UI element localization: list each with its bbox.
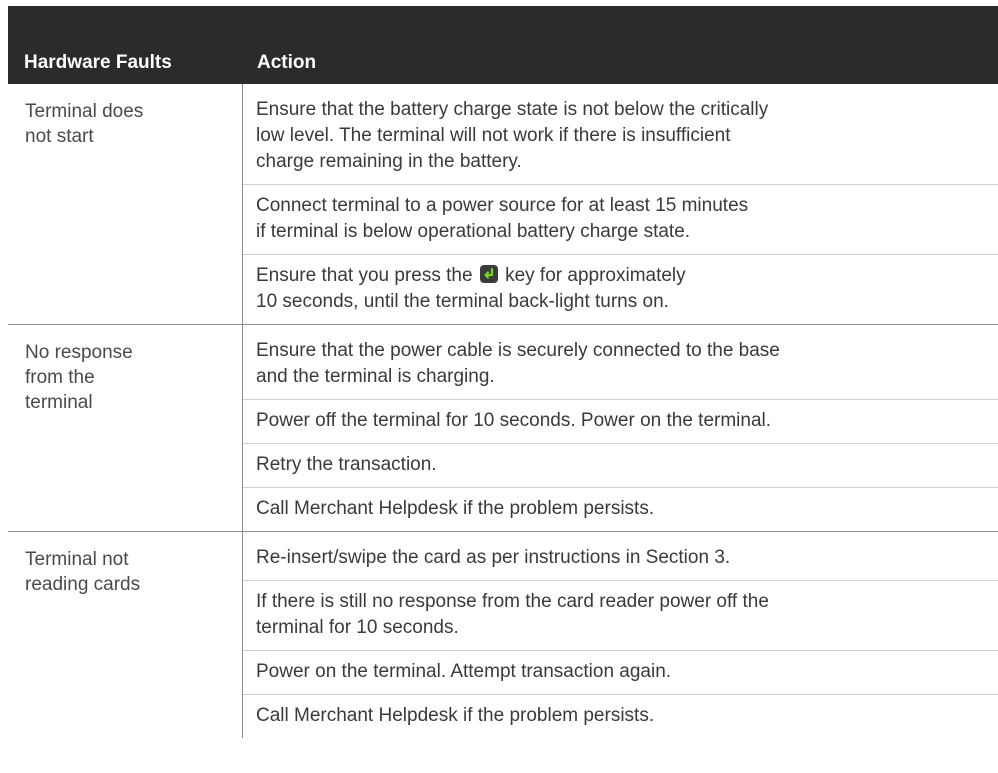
table-row: Terminal not reading cards Re-insert/swi… <box>8 532 998 738</box>
troubleshooting-table: Hardware Faults Action Terminal does not… <box>8 6 998 738</box>
action-item: Connect terminal to a power source for a… <box>243 184 998 254</box>
header-action: Action <box>257 52 317 73</box>
fault-cell: Terminal not reading cards <box>8 532 243 738</box>
table-row: No response from the terminal Ensure tha… <box>8 325 998 532</box>
action-item: Ensure that the power cable is securely … <box>256 340 780 387</box>
enter-key-icon <box>479 265 498 283</box>
action-item: Ensure that the battery charge state is … <box>256 99 769 172</box>
action-item: If there is still no response from the c… <box>243 580 998 650</box>
action-item: Re-insert/swipe the card as per instruct… <box>256 547 731 568</box>
fault-cell: Terminal does not start <box>8 84 243 324</box>
fault-cell: No response from the terminal <box>8 325 243 531</box>
action-item: Power off the terminal for 10 seconds. P… <box>243 399 998 443</box>
action-item: Call Merchant Helpdesk if the problem pe… <box>243 487 998 531</box>
actions-cell: Ensure that the power cable is securely … <box>243 325 998 531</box>
action-text: Ensure that you press the <box>256 265 473 286</box>
table-header: Hardware Faults Action <box>8 6 998 84</box>
action-item: Retry the transaction. <box>243 443 998 487</box>
actions-cell: Ensure that the battery charge state is … <box>243 84 998 324</box>
actions-cell: Re-insert/swipe the card as per instruct… <box>243 532 998 738</box>
action-item: Ensure that you press the key for approx… <box>243 254 998 324</box>
header-hardware-faults: Hardware Faults <box>24 52 172 73</box>
action-item: Power on the terminal. Attempt transacti… <box>243 650 998 694</box>
table-row: Terminal does not start Ensure that the … <box>8 84 998 325</box>
action-item: Call Merchant Helpdesk if the problem pe… <box>243 694 998 738</box>
